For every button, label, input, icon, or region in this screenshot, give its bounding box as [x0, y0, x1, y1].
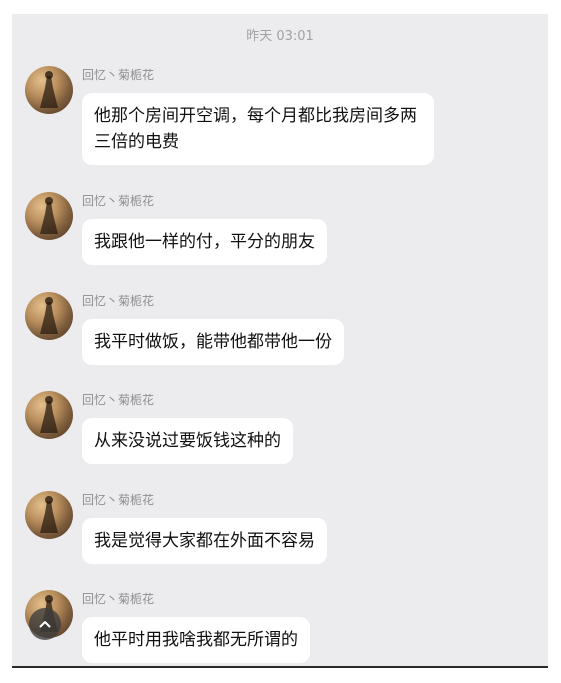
message-bubble[interactable]: 我跟他一样的付，平分的朋友: [82, 219, 327, 265]
avatar[interactable]: [25, 66, 73, 114]
message-bubble[interactable]: 从来没说过要饭钱这种的: [82, 418, 293, 464]
message-bubble[interactable]: 他平时用我啥我都无所谓的: [82, 617, 310, 663]
chat-screen: 昨天 03:01 回忆丶菊栀花 他那个房间开空调，每个月都比我房间多两三倍的电费…: [12, 14, 548, 668]
sender-name: 回忆丶菊栀花: [82, 68, 155, 82]
avatar[interactable]: [25, 491, 73, 539]
avatar[interactable]: [25, 192, 73, 240]
message-bubble[interactable]: 他那个房间开空调，每个月都比我房间多两三倍的电费: [82, 93, 434, 165]
scroll-up-button[interactable]: [29, 608, 61, 640]
avatar-figure-icon: [40, 71, 58, 108]
avatar[interactable]: [25, 292, 73, 340]
sender-name: 回忆丶菊栀花: [82, 393, 155, 407]
avatar-figure-icon: [40, 496, 58, 533]
chat-timestamp: 昨天 03:01: [246, 29, 314, 44]
avatar-figure-icon: [40, 396, 58, 433]
message-bubble[interactable]: 我平时做饭，能带他都带他一份: [82, 319, 344, 365]
avatar-figure-icon: [40, 297, 58, 334]
avatar-figure-icon: [40, 197, 58, 234]
bottom-divider: [12, 666, 548, 668]
sender-name: 回忆丶菊栀花: [82, 194, 155, 208]
sender-name: 回忆丶菊栀花: [82, 592, 155, 606]
sender-name: 回忆丶菊栀花: [82, 294, 155, 308]
message-bubble[interactable]: 我是觉得大家都在外面不容易: [82, 518, 327, 564]
avatar[interactable]: [25, 391, 73, 439]
chevron-up-icon: [39, 621, 51, 628]
sender-name: 回忆丶菊栀花: [82, 493, 155, 507]
